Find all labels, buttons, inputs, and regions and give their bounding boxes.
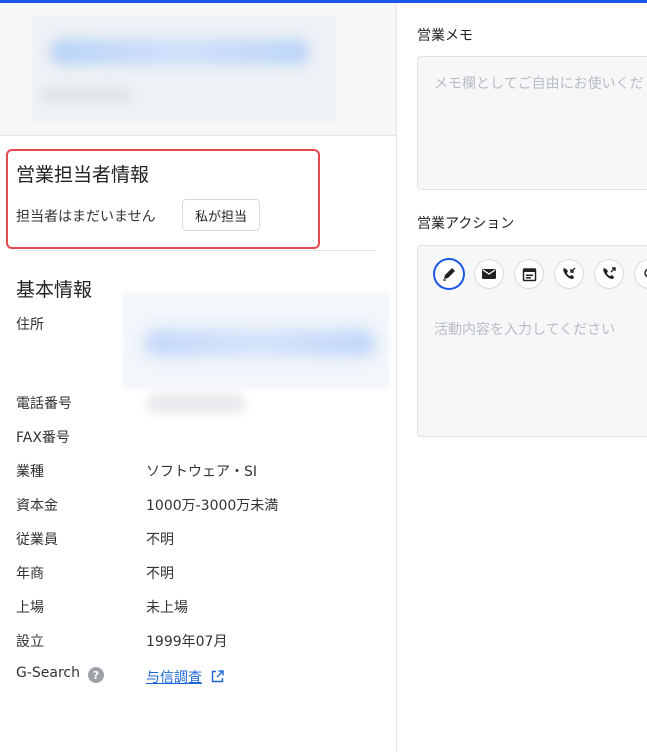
action-placeholder: 活動内容を入力してください [434, 322, 616, 338]
employees-value: 不明 [146, 532, 174, 548]
sales-rep-title: 営業担当者情報 [16, 164, 150, 186]
left-panel: 営業担当者情報 担当者はまだいません 私が担当 基本情報 住所 電話番号 FAX… [0, 3, 396, 752]
outgoing-call-icon[interactable] [594, 259, 624, 289]
basic-info-title: 基本情報 [16, 279, 93, 301]
listing-value: 未上場 [146, 600, 188, 616]
credit-check-link[interactable]: 与信調査 [146, 667, 202, 687]
sales-rep-none-text: 担当者はまだいません [16, 209, 156, 225]
address-value-blurred [122, 293, 390, 389]
phone-value-blurred [146, 393, 246, 413]
memo-placeholder: メモ欄としてご自由にお使いくだ [434, 76, 644, 92]
company-name-blurred [32, 17, 336, 121]
section-divider [16, 250, 376, 251]
question-circle-icon[interactable]: ? [88, 667, 104, 683]
incoming-call-icon[interactable] [554, 259, 584, 289]
external-link-icon[interactable] [211, 670, 224, 683]
industry-label: 業種 [16, 464, 44, 480]
mail-icon[interactable] [474, 259, 504, 289]
established-value: 1999年07月 [146, 634, 228, 650]
panel-divider [396, 3, 397, 752]
industry-value: ソフトウェア・SI [146, 464, 258, 480]
revenue-value: 不明 [146, 566, 174, 582]
established-label: 設立 [16, 634, 44, 650]
employees-label: 従業員 [16, 532, 58, 548]
action-label: 営業アクション [417, 216, 515, 232]
calendar-icon[interactable] [514, 259, 544, 289]
capital-value: 1000万-3000万未満 [146, 498, 279, 514]
assign-me-button[interactable]: 私が担当 [182, 199, 260, 231]
fax-label: FAX番号 [16, 430, 70, 446]
company-header [0, 3, 396, 136]
pencil-icon[interactable] [434, 259, 464, 289]
gsearch-label: G-Search [16, 665, 80, 681]
revenue-label: 年商 [16, 566, 44, 582]
listing-label: 上場 [16, 600, 44, 616]
phone-label: 電話番号 [16, 396, 72, 412]
capital-label: 資本金 [16, 498, 58, 514]
address-label: 住所 [16, 317, 44, 333]
memo-label: 営業メモ [417, 28, 473, 44]
